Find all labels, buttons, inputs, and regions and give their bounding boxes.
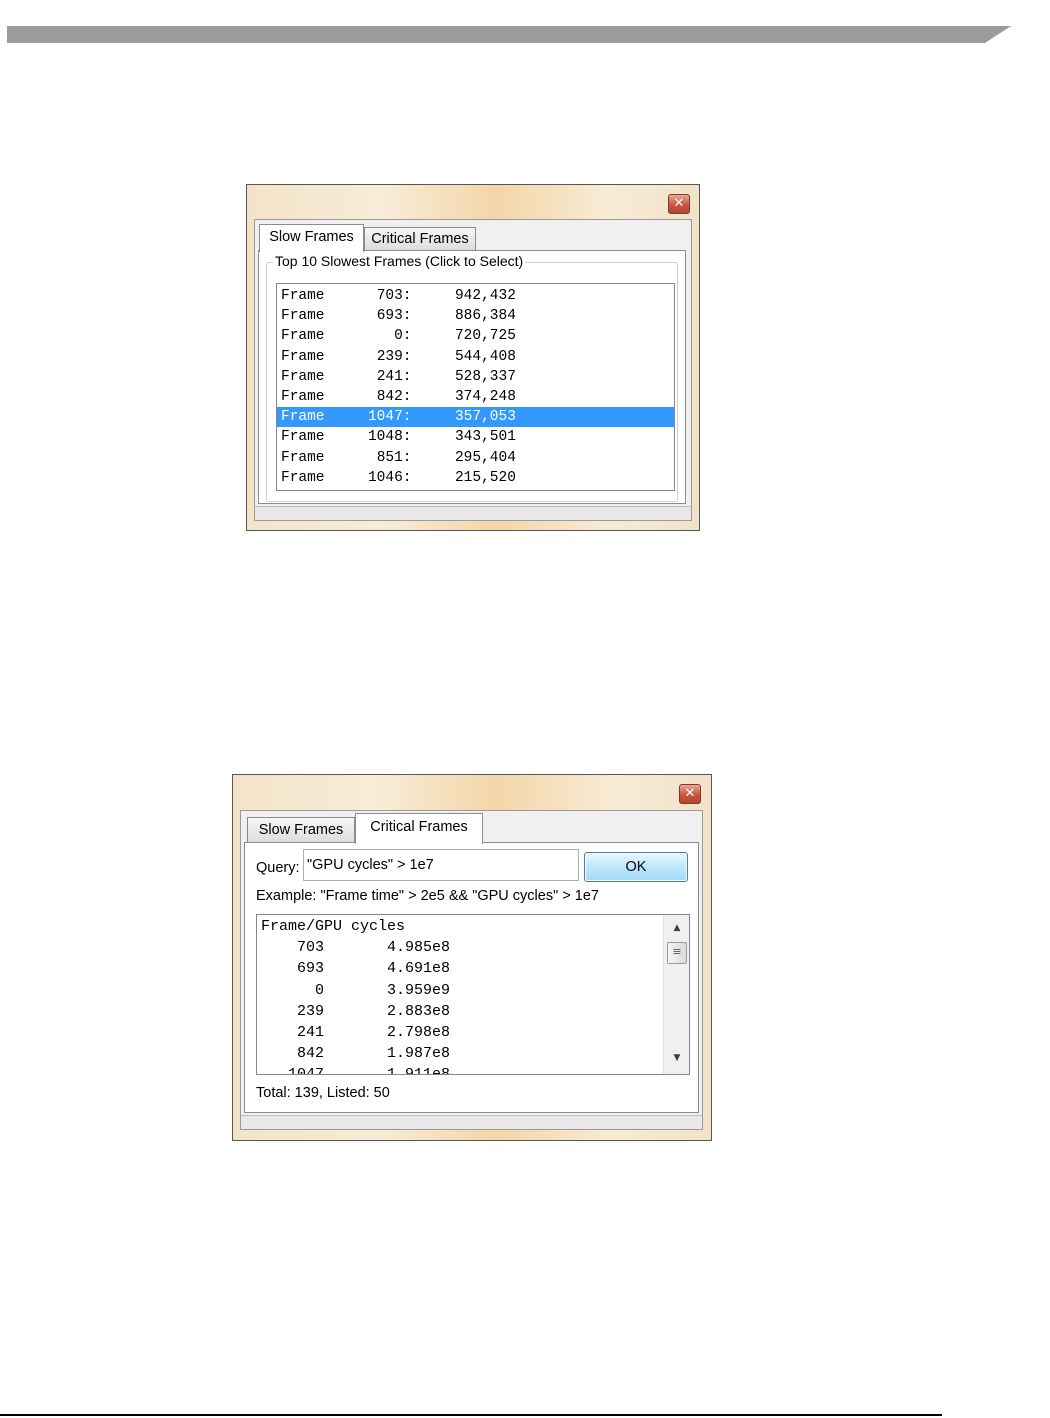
frame-label: Frame — [281, 348, 325, 365]
close-button[interactable]: ✕ — [668, 194, 690, 214]
query-label: Query: — [256, 860, 300, 876]
frame-number: 0: — [394, 328, 412, 345]
slow-frame-row[interactable]: Frame 851: 295,404 — [277, 448, 674, 468]
critical-frames-dialog: ✕ Slow Frames Critical Frames Query: OK … — [232, 774, 712, 1141]
frame-number: 0 — [314, 981, 324, 999]
frame-label: Frame — [281, 308, 325, 325]
frame-label: Frame — [281, 388, 325, 405]
frame-number: 239: — [376, 348, 412, 365]
critical-frames-results[interactable]: Frame/GPU cycles 703 4.985e8 693 4.691e8 0 3.… — [256, 914, 690, 1075]
gpu-cycles-value: 1.987e8 — [387, 1045, 451, 1063]
frame-time: 720,725 — [454, 328, 516, 345]
gpu-cycles-value: 3.959e9 — [387, 981, 451, 999]
query-example-text: Example: "Frame time" > 2e5 && "GPU cycl… — [256, 888, 599, 904]
frame-time: 215,520 — [454, 469, 516, 486]
frame-time: 544,408 — [454, 348, 516, 365]
frame-time: 374,248 — [454, 388, 516, 405]
frame-number: 842 — [296, 1045, 324, 1063]
slow-frame-row[interactable]: Frame 842: 374,248 — [277, 387, 674, 407]
frame-time: 343,501 — [454, 429, 516, 446]
frame-label: Frame — [281, 328, 325, 345]
frame-number: 693 — [296, 960, 324, 978]
frame-time: 886,384 — [454, 308, 516, 325]
critical-frame-row[interactable]: 703 4.985e8 — [257, 937, 663, 958]
critical-frame-row[interactable]: 693 4.691e8 — [257, 958, 663, 979]
frame-label: Frame — [281, 469, 325, 486]
slow-frame-row[interactable]: Frame 241: 528,337 — [277, 367, 674, 387]
frame-number: 693: — [376, 308, 412, 325]
frame-time: 295,404 — [454, 449, 516, 466]
frame-number: 703 — [296, 939, 324, 957]
frame-time: 357,053 — [454, 409, 516, 426]
frame-number: 851: — [376, 449, 412, 466]
slow-frame-row[interactable]: Frame 1048: 343,501 — [277, 427, 674, 447]
slow-frame-row[interactable]: Frame 0: 720,725 — [277, 326, 674, 346]
tab-panel: Top 10 Slowest Frames (Click to Select) … — [258, 250, 686, 504]
status-text: Total: 139, Listed: 50 — [256, 1085, 390, 1101]
frame-number: 1046: — [367, 469, 412, 486]
dialog-client-area: Slow Frames Critical Frames Query: OK Ex… — [240, 810, 703, 1130]
status-strip — [241, 1115, 702, 1129]
scroll-down-arrow-icon[interactable]: ▼ — [664, 1053, 689, 1063]
slow-frame-row[interactable]: Frame 703: 942,432 — [277, 286, 674, 306]
frame-time: 528,337 — [454, 368, 516, 385]
frame-number: 239 — [296, 1002, 324, 1020]
tab-slow-frames[interactable]: Slow Frames — [247, 817, 355, 843]
critical-frame-row[interactable]: 1047 1.911e8 — [257, 1064, 663, 1075]
slow-frame-row[interactable]: Frame 239: 544,408 — [277, 347, 674, 367]
page-header-bar — [7, 26, 1011, 43]
frame-label: Frame — [281, 409, 325, 426]
frame-number: 703: — [376, 288, 412, 304]
slow-frame-row[interactable]: Frame 693: 886,384 — [277, 306, 674, 326]
critical-frame-row[interactable]: 239 2.883e8 — [257, 1001, 663, 1022]
gpu-cycles-value: 2.798e8 — [387, 1023, 451, 1041]
tab-critical-frames[interactable]: Critical Frames — [364, 227, 476, 251]
frame-number: 241 — [296, 1023, 324, 1041]
status-strip — [255, 506, 691, 520]
critical-frame-row[interactable]: 241 2.798e8 — [257, 1022, 663, 1043]
slow-frame-row[interactable]: Frame 1047: 357,053 — [277, 407, 674, 428]
tab-panel: Query: OK Example: "Frame time" > 2e5 &&… — [244, 842, 699, 1113]
dialog-client-area: Slow Frames Critical Frames Top 10 Slowe… — [254, 219, 692, 521]
scroll-thumb[interactable]: ≡ — [667, 942, 687, 964]
frame-time: 942,432 — [454, 288, 516, 304]
page-footer-rule — [0, 1414, 942, 1416]
frame-number: 241: — [376, 368, 412, 385]
close-button[interactable]: ✕ — [679, 784, 701, 804]
scroll-up-arrow-icon[interactable]: ▲ — [664, 923, 689, 933]
ok-button[interactable]: OK — [584, 852, 688, 882]
tab-critical-frames[interactable]: Critical Frames — [355, 813, 483, 844]
critical-frame-row[interactable]: 842 1.987e8 — [257, 1043, 663, 1064]
frame-number: 1047 — [287, 1066, 324, 1075]
critical-frame-row[interactable]: 0 3.959e9 — [257, 980, 663, 1001]
group-title: Top 10 Slowest Frames (Click to Select) — [273, 253, 526, 269]
frame-number: 1047: — [367, 409, 412, 426]
frame-label: Frame — [281, 429, 325, 446]
slowest-frames-group: Top 10 Slowest Frames (Click to Select) … — [266, 253, 678, 502]
slow-frames-dialog: ✕ Slow Frames Critical Frames Top 10 Slo… — [246, 184, 700, 531]
gpu-cycles-value: 2.883e8 — [387, 1002, 451, 1020]
slow-frames-list[interactable]: Frame 703: 942,432 Frame 693: 886,384 Frame 0: 7… — [276, 283, 675, 491]
gpu-cycles-value: 1.911e8 — [387, 1066, 451, 1075]
gpu-cycles-value: 4.691e8 — [387, 960, 451, 978]
frame-label: Frame — [281, 368, 325, 385]
frame-label: Frame — [281, 288, 325, 304]
vertical-scrollbar[interactable]: ▲ ≡ ▼ — [663, 915, 689, 1074]
query-input[interactable] — [303, 849, 579, 881]
gpu-cycles-value: 4.985e8 — [387, 939, 451, 957]
results-header: Frame/GPU cycles — [261, 918, 406, 935]
frame-number: 1048: — [367, 429, 412, 446]
tab-slow-frames[interactable]: Slow Frames — [259, 224, 364, 252]
slow-frame-row[interactable]: Frame 1046: 215,520 — [277, 468, 674, 488]
frame-number: 842: — [376, 388, 412, 405]
frame-label: Frame — [281, 449, 325, 466]
